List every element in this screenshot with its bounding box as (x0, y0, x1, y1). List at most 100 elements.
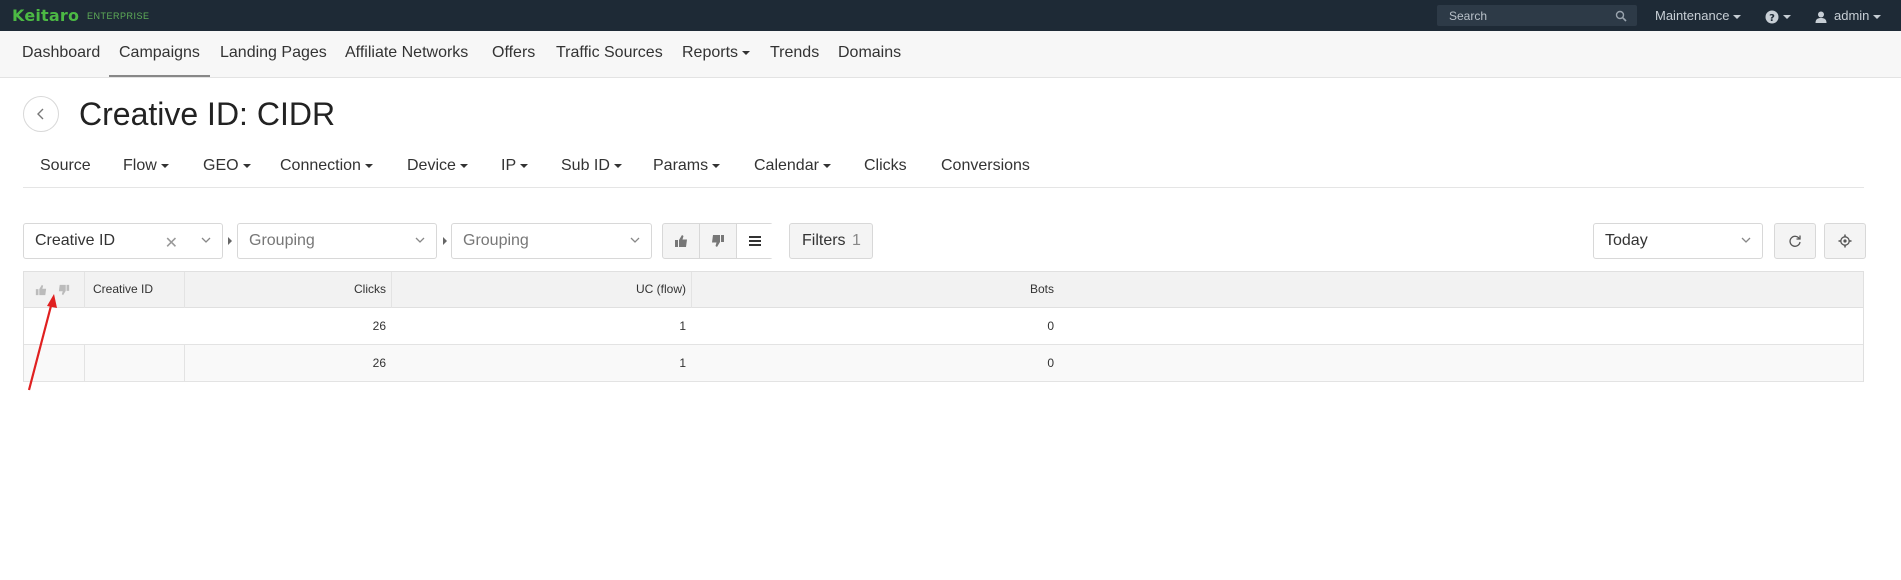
thumbs-down-icon (712, 235, 724, 247)
grouping-select-2[interactable]: Grouping (237, 223, 437, 259)
column-header-bots[interactable]: Bots (724, 282, 1054, 296)
refresh-icon (1789, 235, 1801, 247)
nav-traffic-sources[interactable]: Traffic Sources (556, 44, 663, 62)
chevron-down-icon (630, 237, 640, 243)
user-name: admin (1834, 8, 1870, 23)
tab-sub-id[interactable]: Sub ID (561, 157, 622, 175)
date-range-value: Today (1605, 232, 1648, 249)
refresh-button[interactable] (1774, 223, 1816, 259)
help-icon: ? (1765, 10, 1779, 24)
chevron-down-icon (160, 163, 169, 168)
column-divider (691, 272, 692, 308)
table-row[interactable]: 26 1 0 (24, 308, 1863, 345)
clear-icon[interactable]: ✕ (165, 233, 178, 253)
tab-device-label: Device (407, 157, 456, 174)
gear-icon (1838, 234, 1852, 248)
column-divider (84, 345, 85, 381)
tab-geo-label: GEO (203, 157, 239, 174)
tab-geo[interactable]: GEO (203, 157, 251, 175)
chevron-down-icon (1741, 237, 1751, 243)
total-clicks: 26 (372, 356, 386, 370)
main-nav: Dashboard Campaigns Landing Pages Affili… (0, 31, 1901, 78)
thumbs-up-button[interactable] (663, 224, 700, 258)
grouping-select-3[interactable]: Grouping (451, 223, 652, 259)
column-header-uc-flow[interactable]: UC (flow) (424, 282, 686, 296)
nav-reports[interactable]: Reports (682, 44, 751, 62)
chevron-down-icon (742, 50, 751, 55)
nav-domains[interactable]: Domains (838, 44, 901, 62)
column-header-clicks[interactable]: Clicks (224, 282, 386, 296)
active-nav-indicator (109, 75, 210, 77)
nav-dashboard[interactable]: Dashboard (22, 44, 100, 62)
chevron-down-icon (364, 163, 373, 168)
grouping-select-1[interactable]: Creative ID ✕ (23, 223, 223, 259)
user-menu[interactable]: admin (1814, 8, 1882, 24)
column-divider (184, 272, 185, 308)
chevron-down-icon (415, 237, 425, 243)
filters-count: 1 (852, 232, 861, 249)
nav-campaigns[interactable]: Campaigns (119, 44, 200, 62)
view-button-group (662, 223, 774, 259)
tab-connection[interactable]: Connection (280, 157, 373, 175)
thumbs-down-button[interactable] (700, 224, 737, 258)
report-tabs: Source Flow GEO Connection Device IP Sub… (23, 150, 1864, 188)
nav-reports-label: Reports (682, 44, 739, 61)
thumbs-up-icon[interactable] (35, 284, 47, 296)
maintenance-menu[interactable]: Maintenance (1655, 8, 1742, 23)
tab-connection-label: Connection (280, 157, 361, 174)
tab-ip-label: IP (501, 157, 517, 174)
tab-clicks[interactable]: Clicks (864, 157, 907, 175)
thumbs-down-icon[interactable] (58, 284, 70, 296)
filters-label: Filters (802, 232, 846, 249)
thumbs-up-icon (675, 235, 687, 247)
settings-button[interactable] (1824, 223, 1866, 259)
tab-device[interactable]: Device (407, 157, 468, 175)
total-uc-flow: 1 (679, 356, 686, 370)
brand-logo[interactable]: Keitaro (12, 6, 79, 25)
tab-conversions[interactable]: Conversions (941, 157, 1030, 175)
chevron-down-icon (712, 163, 721, 168)
nav-affiliate-networks[interactable]: Affiliate Networks (345, 44, 468, 62)
top-bar: Keitaro ENTERPRISE Search Maintenance ? … (0, 0, 1901, 31)
tab-calendar[interactable]: Calendar (754, 157, 831, 175)
nav-landing-pages[interactable]: Landing Pages (220, 44, 327, 62)
help-menu[interactable]: ? (1765, 8, 1791, 24)
grouping-3-placeholder: Grouping (463, 232, 529, 249)
report-table: Creative ID Clicks UC (flow) Bots 26 1 0… (23, 271, 1864, 382)
maintenance-label: Maintenance (1655, 8, 1730, 23)
search-placeholder: Search (1449, 9, 1488, 23)
nav-offers[interactable]: Offers (492, 44, 535, 62)
chevron-down-icon (1783, 14, 1791, 19)
svg-text:?: ? (1769, 13, 1775, 24)
search-input[interactable]: Search (1437, 5, 1637, 26)
grouping-1-value: Creative ID (35, 232, 116, 249)
back-button[interactable] (23, 96, 59, 132)
list-icon (749, 236, 761, 246)
tab-source[interactable]: Source (40, 157, 91, 175)
filters-button[interactable]: Filters 1 (789, 223, 873, 259)
tab-calendar-label: Calendar (754, 157, 819, 174)
brand-edition: ENTERPRISE (87, 11, 150, 21)
chevron-left-icon (37, 108, 44, 120)
caret-right-icon (443, 237, 447, 245)
chevron-down-icon (201, 237, 211, 243)
column-divider (391, 272, 392, 308)
search-icon (1615, 10, 1627, 22)
tab-flow[interactable]: Flow (123, 157, 169, 175)
tab-ip[interactable]: IP (501, 157, 529, 175)
caret-right-icon (228, 237, 232, 245)
list-view-button[interactable] (737, 224, 774, 258)
column-divider (84, 272, 85, 308)
chevron-down-icon (242, 163, 251, 168)
grouping-2-placeholder: Grouping (249, 232, 315, 249)
nav-trends[interactable]: Trends (770, 44, 819, 62)
chevron-down-icon (613, 163, 622, 168)
tab-sub-id-label: Sub ID (561, 157, 610, 174)
column-divider (184, 345, 185, 381)
tab-params[interactable]: Params (653, 157, 721, 175)
date-range-select[interactable]: Today (1593, 223, 1763, 259)
tab-params-label: Params (653, 157, 709, 174)
column-header-creative-id[interactable]: Creative ID (93, 282, 153, 296)
total-bots: 0 (1047, 356, 1054, 370)
chevron-down-icon (822, 163, 831, 168)
